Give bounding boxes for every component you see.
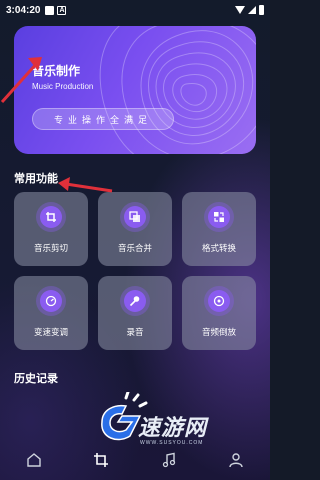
nav-home[interactable] xyxy=(19,445,49,475)
speed-pitch-button[interactable]: 变速变调 xyxy=(14,276,88,350)
wave-pattern-graphic xyxy=(99,26,256,154)
convert-icon xyxy=(208,206,230,228)
reverse-disc-icon xyxy=(208,290,230,312)
a-notification-icon: A xyxy=(57,5,67,15)
nav-crop[interactable] xyxy=(86,445,116,475)
watermark-brand: 速游网 xyxy=(138,416,208,441)
tile-label: 格式转换 xyxy=(201,244,236,254)
nav-profile[interactable] xyxy=(221,445,251,475)
bottom-nav xyxy=(0,440,270,480)
speed-dial-icon xyxy=(40,290,62,312)
music-merge-button[interactable]: 音乐合并 xyxy=(98,192,172,266)
tile-label: 录音 xyxy=(126,328,144,338)
music-production-banner[interactable]: 音乐制作 Music Production 专业操作全满足 xyxy=(14,26,256,154)
music-note-icon xyxy=(162,452,175,468)
tile-label: 变速变调 xyxy=(33,328,68,338)
image-notification-icon xyxy=(45,5,55,15)
microphone-icon xyxy=(124,290,146,312)
status-time: 3:04:20 xyxy=(6,4,41,16)
signal-icon xyxy=(248,6,256,14)
record-button[interactable]: 录音 xyxy=(98,276,172,350)
tile-label: 音乐合并 xyxy=(117,244,152,254)
crop-icon xyxy=(94,453,109,467)
banner-subtitle: Music Production xyxy=(32,82,94,91)
banner-slogan-pill[interactable]: 专业操作全满足 xyxy=(32,108,174,130)
nav-music[interactable] xyxy=(154,445,184,475)
banner-title: 音乐制作 xyxy=(32,64,81,78)
status-bar: 3:04:20 A xyxy=(0,0,270,20)
merge-icon xyxy=(124,206,146,228)
music-cut-button[interactable]: 音乐剪切 xyxy=(14,192,88,266)
wifi-icon xyxy=(235,6,245,14)
user-icon xyxy=(229,453,243,468)
format-convert-button[interactable]: 格式转换 xyxy=(182,192,256,266)
common-functions-title: 常用功能 xyxy=(14,172,58,185)
tile-label: 音乐剪切 xyxy=(33,244,68,254)
home-icon xyxy=(27,453,41,467)
audio-reverse-button[interactable]: 音频倒放 xyxy=(182,276,256,350)
battery-icon xyxy=(259,5,264,15)
tile-label: 音频倒放 xyxy=(201,328,236,338)
crop-icon xyxy=(40,206,62,228)
history-title: 历史记录 xyxy=(14,372,58,385)
